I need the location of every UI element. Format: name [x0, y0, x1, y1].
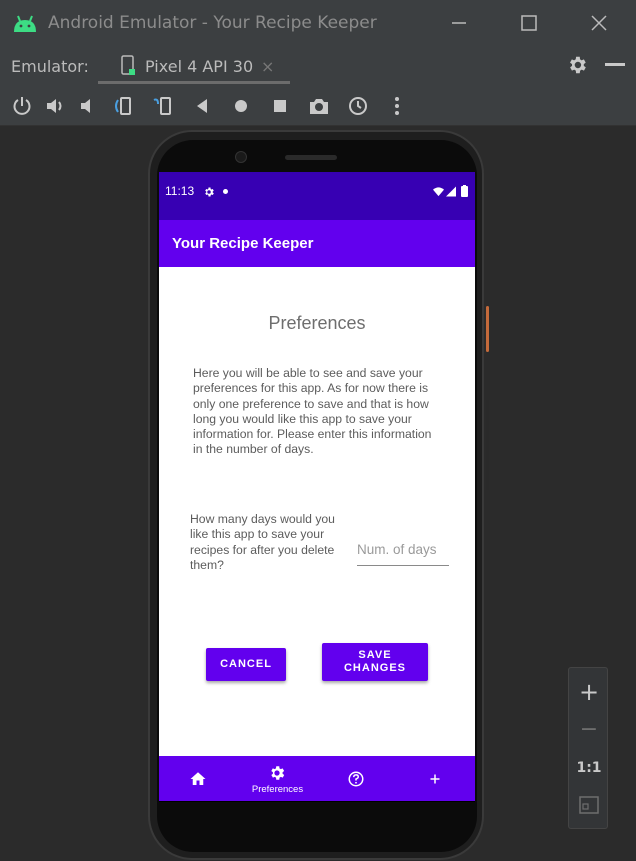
retention-days-input[interactable] [357, 534, 449, 566]
more-icon[interactable] [386, 95, 408, 117]
bottom-navigation: Preferences [159, 756, 475, 801]
snapshot-icon[interactable] [347, 95, 369, 117]
help-icon [348, 771, 364, 787]
wifi-icon [433, 187, 444, 197]
nav-item-home[interactable] [159, 756, 238, 801]
maximize-icon[interactable] [515, 10, 543, 36]
rotate-left-icon[interactable] [112, 95, 134, 117]
home-icon [190, 772, 206, 785]
volume-rocker[interactable] [486, 400, 489, 490]
page-title: Preferences [268, 313, 366, 333]
save-changes-button[interactable]: SAVE CHANGES [322, 643, 428, 681]
nav-item-preferences[interactable]: Preferences [238, 756, 317, 801]
tab-pixel-4-api-30[interactable]: Pixel 4 API 30 × [98, 46, 290, 86]
front-camera [235, 151, 247, 163]
zoom-in-button[interactable]: + [569, 672, 609, 712]
window-titlebar: Android Emulator - Your Recipe Keeper [0, 0, 636, 46]
emulator-toolbar [0, 86, 636, 126]
actual-size-button[interactable]: 1:1 [569, 748, 609, 788]
power-button[interactable] [486, 306, 489, 352]
signal-icon [446, 186, 456, 197]
minimize-icon[interactable] [445, 10, 473, 36]
battery-icon [461, 185, 468, 197]
tab-label: Pixel 4 API 30 [145, 57, 254, 76]
nav-item-help[interactable] [317, 756, 396, 801]
camera-icon[interactable] [308, 95, 330, 117]
cancel-button[interactable]: CANCEL [206, 648, 286, 681]
phone-device-icon [121, 55, 135, 75]
nav-label-preferences: Preferences [251, 784, 304, 795]
gear-icon[interactable] [566, 54, 588, 76]
app-title: Your Recipe Keeper [172, 235, 314, 252]
system-navigation-bar [159, 801, 475, 802]
volume-up-icon[interactable] [44, 95, 66, 117]
preferences-description: Here you will be able to see and save yo… [193, 366, 432, 457]
power-icon[interactable] [11, 95, 33, 117]
app-bar: Your Recipe Keeper [159, 220, 475, 267]
status-bar: 11:13 [159, 172, 475, 220]
emulator-label: Emulator: [11, 57, 89, 76]
fit-screen-icon[interactable] [579, 796, 599, 814]
close-icon[interactable] [585, 10, 613, 36]
earpiece-speaker [285, 155, 337, 160]
tab-active-indicator [98, 81, 290, 84]
plus-icon [430, 774, 440, 784]
zoom-controls: + − 1:1 [568, 667, 608, 829]
device-screen: 11:13 Your Recipe Keeper Preferences Her… [159, 172, 475, 802]
back-icon[interactable] [191, 95, 213, 117]
settings-icon [205, 187, 214, 197]
emulator-tabbar: Emulator: Pixel 4 API 30 × [0, 46, 636, 86]
home-icon[interactable] [230, 95, 252, 117]
volume-down-icon[interactable] [78, 95, 100, 117]
gear-icon [271, 766, 285, 780]
rotate-right-icon[interactable] [152, 95, 174, 117]
tab-close-icon[interactable]: × [261, 57, 274, 76]
overview-icon[interactable] [269, 95, 291, 117]
window-title: Android Emulator - Your Recipe Keeper [48, 13, 377, 33]
zoom-out-button[interactable]: − [569, 710, 609, 750]
status-time: 11:13 [165, 184, 195, 198]
retention-days-question: How many days would you like this app to… [190, 512, 335, 572]
nav-item-add[interactable] [396, 756, 475, 801]
android-icon [14, 15, 36, 32]
minimize-icon[interactable] [605, 63, 625, 66]
dot-icon [223, 189, 228, 194]
